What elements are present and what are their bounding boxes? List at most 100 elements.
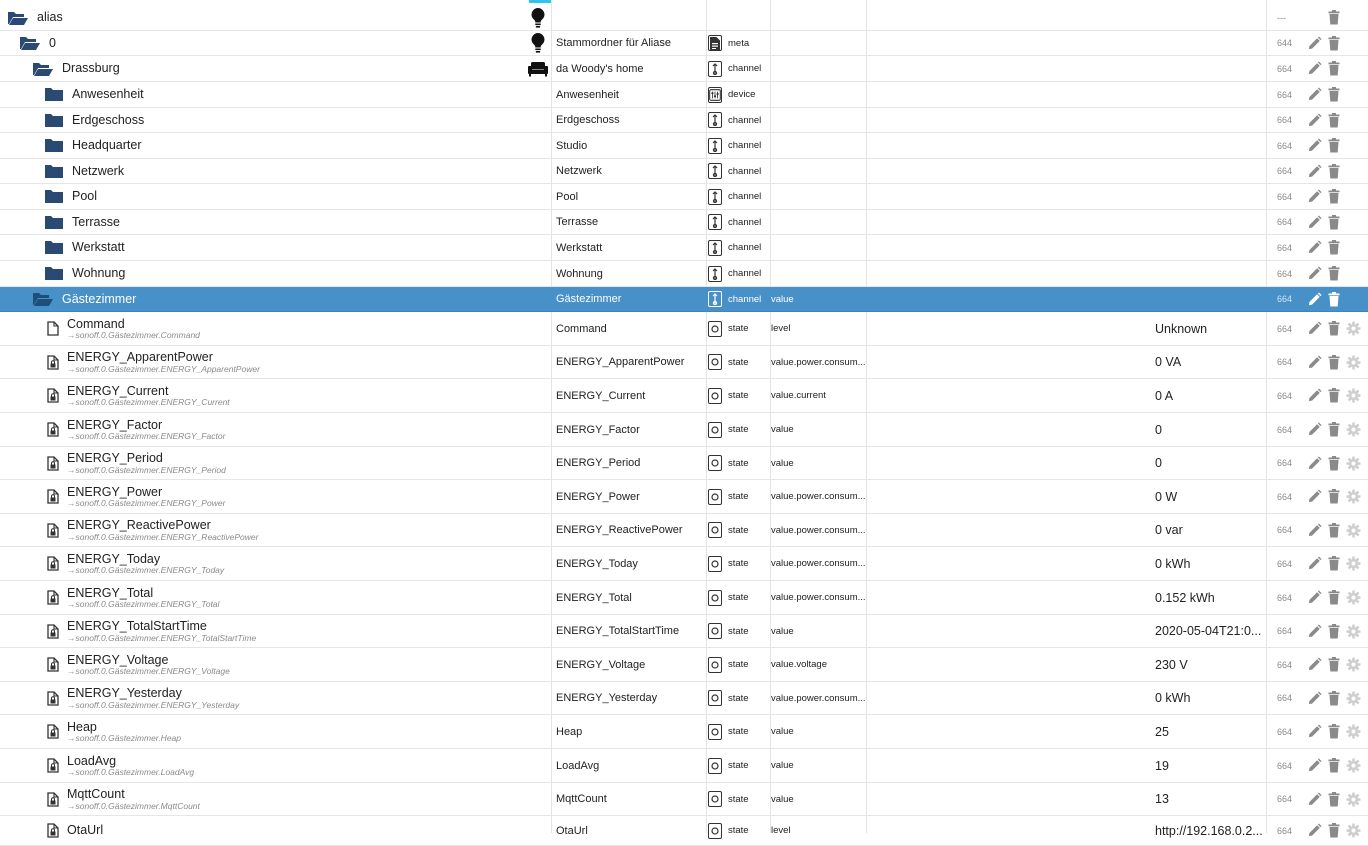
trash-icon[interactable] <box>1326 312 1342 345</box>
trash-icon[interactable] <box>1326 715 1342 748</box>
object-role[interactable]: value <box>771 783 867 815</box>
object-role[interactable]: value.power.consum... <box>771 514 867 546</box>
object-value[interactable]: 230 V <box>1155 648 1265 681</box>
trash-icon[interactable] <box>1326 816 1342 845</box>
pencil-icon[interactable] <box>1305 447 1323 479</box>
object-value[interactable]: 0 <box>1155 447 1265 479</box>
pencil-icon[interactable] <box>1305 31 1323 55</box>
pencil-icon[interactable] <box>1305 413 1323 446</box>
file-lock-icon[interactable] <box>47 489 59 504</box>
trash-icon[interactable] <box>1326 287 1342 311</box>
tree-cell[interactable]: LoadAvg →sonoff.0.Gästezimmer.LoadAvg <box>0 749 525 782</box>
pencil-icon[interactable] <box>1305 682 1323 714</box>
object-role[interactable]: value.power.consum... <box>771 682 867 714</box>
tree-row-energy-factor[interactable]: ENERGY_Factor →sonoff.0.Gästezimmer.ENER… <box>0 413 1368 447</box>
object-role[interactable]: value.power.consum... <box>771 547 867 580</box>
tree-row-erdgeschoss[interactable]: Erdgeschoss Erdgeschoss channel 664 <box>0 108 1368 133</box>
trash-icon[interactable] <box>1326 783 1342 815</box>
gear-icon[interactable] <box>1345 480 1361 513</box>
folder-closed-icon[interactable] <box>44 87 64 102</box>
tree-row-0[interactable]: 0 Stammordner für Aliase meta 644 <box>0 31 1368 56</box>
pencil-icon[interactable] <box>1305 783 1323 815</box>
trash-icon[interactable] <box>1326 413 1342 446</box>
tree-cell[interactable]: Command →sonoff.0.Gästezimmer.Command <box>0 312 525 345</box>
tree-row-wohnung[interactable]: Wohnung Wohnung channel 664 <box>0 261 1368 287</box>
object-value[interactable]: 25 <box>1155 715 1265 748</box>
file-lock-icon[interactable] <box>47 758 59 773</box>
trash-icon[interactable] <box>1326 184 1342 209</box>
object-value[interactable]: 0 <box>1155 413 1265 446</box>
object-role[interactable]: value <box>771 749 867 782</box>
pencil-icon[interactable] <box>1305 56 1323 81</box>
tree-row-terrasse[interactable]: Terrasse Terrasse channel 664 <box>0 210 1368 235</box>
tree-cell[interactable]: ENERGY_ApparentPower →sonoff.0.Gästezimm… <box>0 346 525 378</box>
file-lock-icon[interactable] <box>47 422 59 437</box>
folder-closed-icon[interactable] <box>44 189 64 204</box>
file-lock-icon[interactable] <box>47 455 59 471</box>
tree-row-anwesenheit[interactable]: Anwesenheit Anwesenheit device 664 <box>0 82 1368 108</box>
tree-cell[interactable]: Erdgeschoss <box>0 108 525 132</box>
tree-row-command[interactable]: Command →sonoff.0.Gästezimmer.Command Co… <box>0 312 1368 346</box>
file-lock-icon[interactable] <box>47 388 59 403</box>
pencil-icon[interactable] <box>1305 816 1323 845</box>
gear-icon[interactable] <box>1345 379 1361 412</box>
pencil-icon[interactable] <box>1305 346 1323 378</box>
object-value[interactable]: 0 var <box>1155 514 1265 546</box>
pencil-icon[interactable] <box>1305 210 1323 234</box>
trash-icon[interactable] <box>1326 682 1342 714</box>
tree-row-g-stezimmer[interactable]: Gästezimmer Gästezimmer channel value 664 <box>0 287 1368 312</box>
file-icon[interactable] <box>47 321 59 336</box>
tree-cell[interactable]: 0 <box>0 31 525 55</box>
pencil-icon[interactable] <box>1305 235 1323 260</box>
object-value[interactable]: 0 W <box>1155 480 1265 513</box>
object-value[interactable]: 0.152 kWh <box>1155 581 1265 614</box>
tree-row-loadavg[interactable]: LoadAvg →sonoff.0.Gästezimmer.LoadAvg Lo… <box>0 749 1368 783</box>
tree-cell[interactable]: ENERGY_Yesterday →sonoff.0.Gästezimmer.E… <box>0 682 525 714</box>
pencil-icon[interactable] <box>1305 379 1323 412</box>
trash-icon[interactable] <box>1326 261 1342 286</box>
tree-cell[interactable]: OtaUrl <box>0 816 525 845</box>
gear-icon[interactable] <box>1345 783 1361 815</box>
trash-icon[interactable] <box>1326 31 1342 55</box>
object-value[interactable]: 0 kWh <box>1155 547 1265 580</box>
gear-icon[interactable] <box>1345 514 1361 546</box>
gear-icon[interactable] <box>1345 547 1361 580</box>
object-role[interactable]: value <box>771 287 867 311</box>
tree-row-pool[interactable]: Pool Pool channel 664 <box>0 184 1368 210</box>
folder-open-icon[interactable] <box>32 61 54 77</box>
tree-cell[interactable]: Headquarter <box>0 133 525 158</box>
pencil-icon[interactable] <box>1305 715 1323 748</box>
pencil-icon[interactable] <box>1305 514 1323 546</box>
trash-icon[interactable] <box>1326 108 1342 132</box>
object-role[interactable]: value <box>771 413 867 446</box>
tree-cell[interactable]: Heap →sonoff.0.Gästezimmer.Heap <box>0 715 525 748</box>
tree-row-werkstatt[interactable]: Werkstatt Werkstatt channel 664 <box>0 235 1368 261</box>
tree-row-netzwerk[interactable]: Netzwerk Netzwerk channel 664 <box>0 159 1368 184</box>
tree-cell[interactable]: ENERGY_TotalStartTime →sonoff.0.Gästezim… <box>0 615 525 647</box>
tree-row-drassburg[interactable]: Drassburg da Woody's home channel 664 <box>0 56 1368 82</box>
trash-icon[interactable] <box>1326 346 1342 378</box>
file-lock-icon[interactable] <box>47 522 59 538</box>
tree-cell[interactable]: Drassburg <box>0 56 525 81</box>
gear-icon[interactable] <box>1345 715 1361 748</box>
tree-cell[interactable]: ENERGY_Factor →sonoff.0.Gästezimmer.ENER… <box>0 413 525 446</box>
trash-icon[interactable] <box>1326 447 1342 479</box>
trash-icon[interactable] <box>1326 480 1342 513</box>
object-role[interactable]: value <box>771 715 867 748</box>
object-role[interactable]: value.power.consum... <box>771 346 867 378</box>
tree-row-energy-yesterday[interactable]: ENERGY_Yesterday →sonoff.0.Gästezimmer.E… <box>0 682 1368 715</box>
object-role[interactable]: value.power.consum... <box>771 480 867 513</box>
folder-open-icon[interactable] <box>32 291 54 307</box>
tree-cell[interactable]: Anwesenheit <box>0 82 525 107</box>
tree-cell[interactable]: alias <box>0 5 525 30</box>
tree-cell[interactable]: Gästezimmer <box>0 287 525 311</box>
folder-open-icon[interactable] <box>7 10 29 26</box>
pencil-icon[interactable] <box>1305 648 1323 681</box>
object-value[interactable]: Unknown <box>1155 312 1265 345</box>
tree-row-energy-voltage[interactable]: ENERGY_Voltage →sonoff.0.Gästezimmer.ENE… <box>0 648 1368 682</box>
tree-cell[interactable]: ENERGY_Total →sonoff.0.Gästezimmer.ENERG… <box>0 581 525 614</box>
tree-cell[interactable]: Netzwerk <box>0 159 525 183</box>
tree-row-energy-current[interactable]: ENERGY_Current →sonoff.0.Gästezimmer.ENE… <box>0 379 1368 413</box>
pencil-icon[interactable] <box>1305 133 1323 158</box>
object-value[interactable]: 0 kWh <box>1155 682 1265 714</box>
